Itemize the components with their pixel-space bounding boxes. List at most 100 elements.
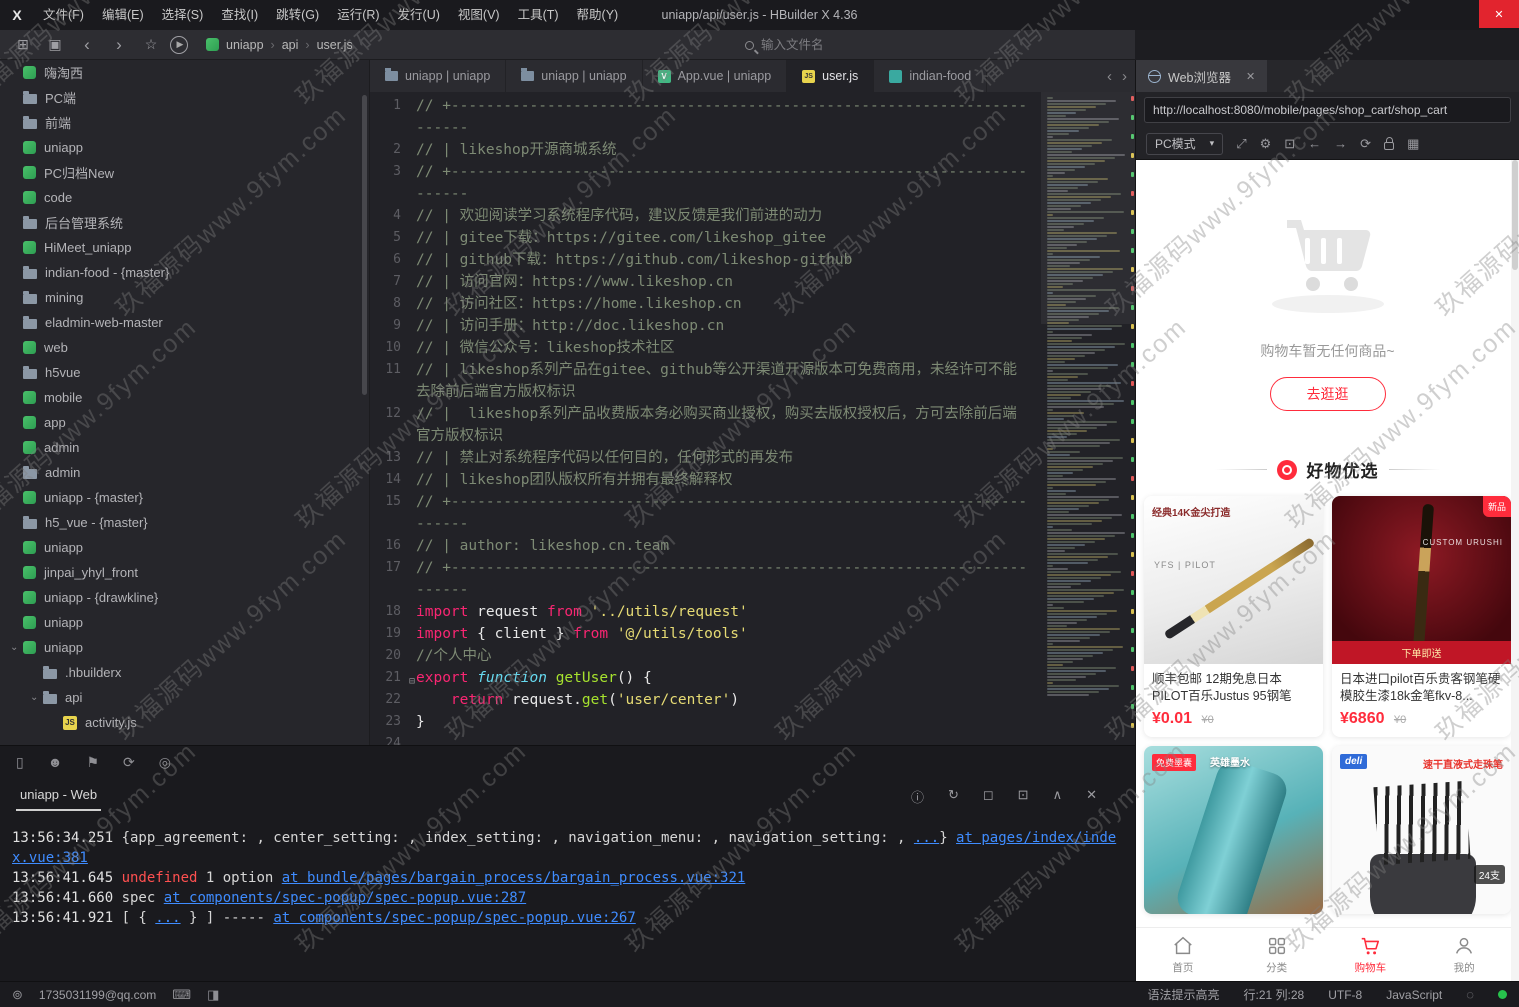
- tree-item[interactable]: 嗨淘西: [0, 60, 369, 85]
- tree-item[interactable]: code: [0, 185, 369, 210]
- menu-item[interactable]: 查找(I): [212, 0, 267, 30]
- info-icon[interactable]: ⓘ: [911, 787, 924, 806]
- url-input[interactable]: [1144, 97, 1511, 123]
- menu-item[interactable]: 运行(R): [328, 0, 388, 30]
- search-input[interactable]: [761, 38, 881, 52]
- menu-item[interactable]: 编辑(E): [93, 0, 153, 30]
- file-language[interactable]: JavaScript: [1386, 988, 1442, 1002]
- tree-item[interactable]: eladmin-web-master: [0, 310, 369, 335]
- device-mode-select[interactable]: PC模式 ▾: [1146, 132, 1224, 155]
- tab-scroll-left-icon[interactable]: ‹: [1107, 68, 1112, 85]
- stop-icon[interactable]: ◻: [983, 787, 994, 806]
- console-source-link[interactable]: at components/spec-popup/spec-popup.vue:…: [273, 910, 635, 926]
- tab-category[interactable]: 分类: [1230, 928, 1324, 981]
- editor-tab-active[interactable]: JS user.js: [787, 60, 875, 92]
- tree-item[interactable]: h5_vue - {master}: [0, 510, 369, 535]
- go-browse-button[interactable]: 去逛逛: [1269, 377, 1386, 411]
- refresh-icon[interactable]: ⟳: [123, 754, 135, 771]
- account-email[interactable]: 1735031199@qq.com: [39, 988, 156, 1002]
- lock-icon[interactable]: [1384, 137, 1395, 150]
- layout-icon[interactable]: ◨: [207, 987, 219, 1003]
- tree-item[interactable]: indian-food - {master}: [0, 260, 369, 285]
- console-source-link[interactable]: ...: [155, 910, 180, 926]
- tree-item[interactable]: JS activity.js: [0, 710, 369, 735]
- tree-item[interactable]: mobile: [0, 385, 369, 410]
- breadcrumb-project[interactable]: uniapp: [226, 38, 264, 52]
- console-source-link[interactable]: at bundle/pages/bargain_process/bargain_…: [282, 870, 746, 886]
- browser-scrollbar[interactable]: [1511, 160, 1519, 981]
- tree-item[interactable]: uniapp - {drawkline}: [0, 585, 369, 610]
- console-source-link[interactable]: ...: [914, 830, 939, 846]
- minimap[interactable]: [1041, 92, 1135, 745]
- editor-tab[interactable]: uniapp | uniapp: [370, 60, 507, 92]
- grid-icon[interactable]: ▦: [1407, 136, 1419, 152]
- console-tab[interactable]: uniapp - Web: [16, 781, 102, 811]
- tree-item[interactable]: uniapp - {master}: [0, 485, 369, 510]
- tree-item[interactable]: uniapp: [0, 610, 369, 635]
- tab-scroll-right-icon[interactable]: ›: [1122, 68, 1127, 85]
- tree-item[interactable]: web: [0, 335, 369, 360]
- restart-icon[interactable]: ↻: [948, 787, 959, 806]
- record-icon[interactable]: ◎: [159, 754, 171, 771]
- menu-item[interactable]: 发行(U): [389, 0, 449, 30]
- open-external-icon[interactable]: ⤢: [1236, 136, 1246, 152]
- close-icon[interactable]: ✕: [1086, 787, 1097, 806]
- console-source-link[interactable]: at components/spec-popup/spec-popup.vue:…: [164, 890, 526, 906]
- menu-item[interactable]: 工具(T): [509, 0, 568, 30]
- menu-item[interactable]: 视图(V): [449, 0, 509, 30]
- tree-item[interactable]: h5vue: [0, 360, 369, 385]
- tree-item[interactable]: admin: [0, 460, 369, 485]
- forward-icon[interactable]: →: [1334, 136, 1347, 151]
- editor-tab[interactable]: V App.vue | uniapp: [643, 60, 788, 92]
- tree-item[interactable]: .hbuilderx: [0, 660, 369, 685]
- save-icon[interactable]: ▣: [42, 36, 68, 53]
- tree-item[interactable]: ⌄ api: [0, 685, 369, 710]
- menu-item[interactable]: 跳转(G): [267, 0, 328, 30]
- browser-tab[interactable]: Web浏览器 ✕: [1136, 60, 1268, 92]
- run-icon[interactable]: ▶: [170, 35, 188, 54]
- syntax-hint[interactable]: 语法提示高亮: [1148, 986, 1220, 1003]
- back-icon[interactable]: ←: [1308, 136, 1321, 151]
- menu-item[interactable]: 文件(F): [34, 0, 93, 30]
- tree-item[interactable]: HiMeet_uniapp: [0, 235, 369, 260]
- tree-item[interactable]: app: [0, 410, 369, 435]
- window-close-button[interactable]: ✕: [1479, 0, 1519, 28]
- tree-item[interactable]: 后台管理系统: [0, 210, 369, 235]
- product-card[interactable]: deli 速干直液式走珠笔 24支: [1332, 746, 1511, 914]
- tree-item[interactable]: PC归档New: [0, 160, 369, 185]
- refresh-icon[interactable]: ⟳: [1360, 136, 1371, 152]
- debug-icon[interactable]: ⚑: [86, 754, 99, 771]
- tree-item[interactable]: mining: [0, 285, 369, 310]
- close-icon[interactable]: ✕: [1246, 70, 1255, 83]
- tree-item[interactable]: jinpai_yhyl_front: [0, 560, 369, 585]
- product-card[interactable]: 免费墨囊 英雄墨水: [1144, 746, 1323, 914]
- cursor-position[interactable]: 行:21 列:28: [1244, 986, 1305, 1003]
- product-card[interactable]: 经典14K金尖打造 YFS | PILOT 顺丰包邮 12期免息日本PILOT百…: [1144, 496, 1323, 737]
- notification-icon[interactable]: ◌: [1466, 987, 1474, 1002]
- bookmark-star-icon[interactable]: ☆: [138, 36, 164, 53]
- back-icon[interactable]: ‹: [74, 35, 100, 55]
- keyboard-icon[interactable]: ⌨: [172, 987, 191, 1003]
- tab-mine[interactable]: 我的: [1417, 928, 1511, 981]
- device-icon[interactable]: ▯: [16, 754, 24, 771]
- menu-item[interactable]: 帮助(Y): [568, 0, 628, 30]
- new-file-icon[interactable]: ⊞: [10, 36, 36, 53]
- breadcrumb-file[interactable]: user.js: [317, 38, 353, 52]
- tree-item[interactable]: PC端: [0, 85, 369, 110]
- gear-icon[interactable]: ⚙: [1260, 136, 1272, 152]
- code-editor[interactable]: 1// +-----------------------------------…: [370, 92, 1135, 745]
- product-card[interactable]: 新品 CUSTOM URUSHI 下单即送 日本进口pilot百乐贵客钢笔硬模胶…: [1332, 496, 1511, 737]
- screenshot-icon[interactable]: ⊡: [1284, 136, 1295, 152]
- tree-item[interactable]: admin: [0, 435, 369, 460]
- file-encoding[interactable]: UTF-8: [1328, 988, 1362, 1002]
- tree-item[interactable]: 前端: [0, 110, 369, 135]
- editor-tab[interactable]: indian-food: [874, 60, 988, 92]
- screenshot-icon[interactable]: ⊡: [1018, 787, 1029, 806]
- editor-tab[interactable]: uniapp | uniapp: [506, 60, 643, 92]
- menu-item[interactable]: 选择(S): [153, 0, 213, 30]
- breadcrumb-folder[interactable]: api: [282, 38, 299, 52]
- tab-home[interactable]: 首页: [1136, 928, 1230, 981]
- forward-icon[interactable]: ›: [106, 35, 132, 55]
- tree-item[interactable]: uniapp: [0, 535, 369, 560]
- collapse-icon[interactable]: ∧: [1053, 787, 1063, 806]
